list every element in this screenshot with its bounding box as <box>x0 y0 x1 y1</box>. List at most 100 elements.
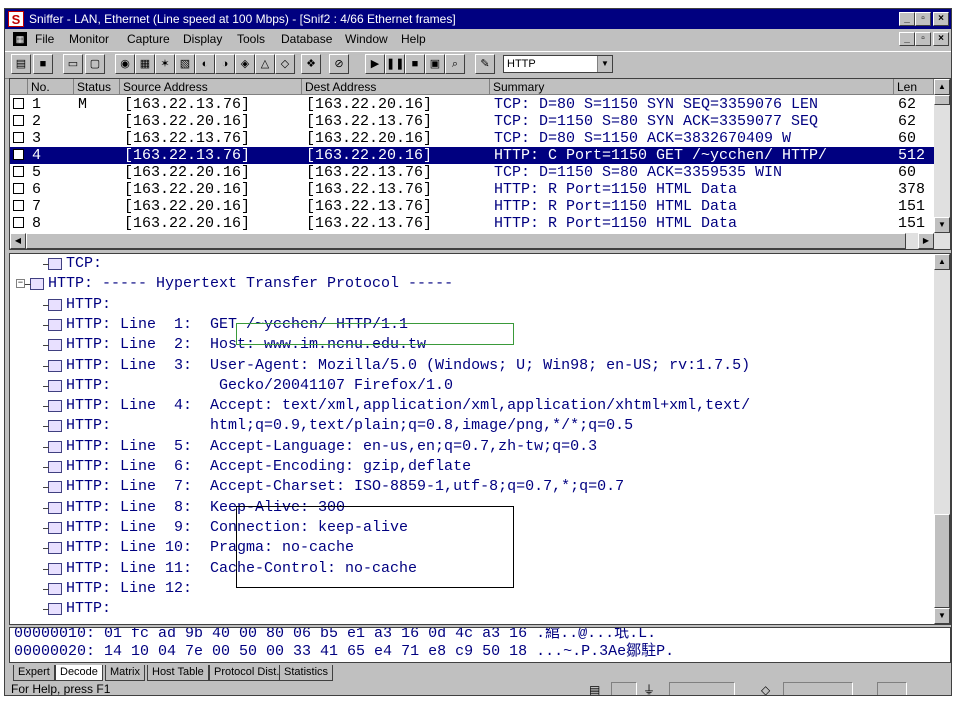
start-capture-icon[interactable]: ▶ <box>365 54 385 74</box>
packet-row[interactable]: 3 [163.22.13.76] [163.22.20.16] TCP: D=80 S… <box>10 130 934 147</box>
detail-vscroll[interactable]: ▲ ▼ <box>934 254 950 624</box>
decode-line[interactable]: HTTP: html;q=0.9,text/plain;q=0.8,image/… <box>10 416 934 436</box>
packet-row[interactable]: 7 [163.22.20.16] [163.22.13.76] HTTP: R Por… <box>10 198 934 215</box>
protocol-dist-icon[interactable]: ◑ <box>215 54 235 74</box>
decode-line[interactable]: TCP: <box>10 254 934 274</box>
mdi-minimize-button[interactable]: _ <box>899 32 915 46</box>
mdi-maximize-button[interactable]: ▫ <box>915 32 931 46</box>
packet-row[interactable]: 8 [163.22.20.16] [163.22.13.76] HTTP: R Por… <box>10 215 934 232</box>
scroll-right-icon[interactable]: ▶ <box>918 233 934 249</box>
toolbar: ▤ ■ ▭ ▢ ◉ ▦ ✶ ▧ ◐ ◑ ◈ △ ◇ ❖ ⊘ ▶ ❚❚ ■ ▣ ⌕… <box>5 51 951 79</box>
global-stats-icon[interactable]: ◈ <box>235 54 255 74</box>
open-icon[interactable]: ▤ <box>11 54 31 74</box>
menu-database[interactable]: Database <box>281 29 332 49</box>
collapse-icon[interactable]: − <box>16 279 25 289</box>
packet-cell-len: 60 <box>898 164 917 181</box>
status-panel <box>877 682 907 695</box>
packet-cell-src: [163.22.20.16] <box>124 215 251 232</box>
menu-display[interactable]: Display <box>183 29 222 49</box>
hscroll-thumb[interactable] <box>26 233 906 249</box>
print-icon[interactable]: ▭ <box>63 54 83 74</box>
row-checkbox[interactable] <box>13 200 24 211</box>
row-checkbox[interactable] <box>13 115 24 126</box>
display-capture-icon[interactable]: ⌕ <box>445 54 465 74</box>
tab-matrix[interactable]: Matrix <box>105 665 145 681</box>
column-summary[interactable]: Summary <box>490 79 894 95</box>
print-preview-icon[interactable]: ▢ <box>85 54 105 74</box>
tab-expert[interactable]: Expert <box>13 665 55 681</box>
dashboard-icon[interactable]: ◉ <box>115 54 135 74</box>
decode-line[interactable]: HTTP: Line 7: Accept-Charset: ISO-8859-1… <box>10 477 934 497</box>
alarm-log-icon[interactable]: △ <box>255 54 275 74</box>
packet-cell-len: 60 <box>898 130 917 147</box>
history-icon[interactable]: ◐ <box>195 54 215 74</box>
decode-line[interactable]: HTTP: Line 6: Accept-Encoding: gzip,defl… <box>10 457 934 477</box>
scroll-down-icon[interactable]: ▼ <box>934 608 950 624</box>
status-message: For Help, press F1 <box>11 682 111 696</box>
packet-list-hscroll[interactable]: ◀ ▶ <box>10 233 950 249</box>
column-dest-address[interactable]: Dest Address <box>302 79 490 95</box>
host-table-icon[interactable]: ▦ <box>135 54 155 74</box>
stop-and-display-icon[interactable]: ▣ <box>425 54 445 74</box>
scroll-thumb[interactable] <box>934 514 950 608</box>
decode-line[interactable]: HTTP: Gecko/20041107 Firefox/1.0 <box>10 376 934 396</box>
packet-row[interactable]: 5 [163.22.20.16] [163.22.13.76] TCP: D=1150… <box>10 164 934 181</box>
matrix-icon[interactable]: ✶ <box>155 54 175 74</box>
menu-monitor[interactable]: Monitor <box>69 29 109 49</box>
pause-capture-icon[interactable]: ❚❚ <box>385 54 405 74</box>
decode-line[interactable]: HTTP: Line 4: Accept: text/xml,applicati… <box>10 396 934 416</box>
tab-host-table[interactable]: Host Table <box>147 665 209 681</box>
packet-row[interactable]: 4 [163.22.13.76] [163.22.20.16] HTTP: C Por… <box>10 147 934 164</box>
scroll-up-icon[interactable]: ▲ <box>934 254 950 270</box>
filter-select[interactable]: HTTP ▼ <box>503 55 613 73</box>
chevron-down-icon[interactable]: ▼ <box>597 56 612 72</box>
decode-line[interactable]: − HTTP: ----- Hypertext Transfer Protocol… <box>10 274 934 294</box>
tab-protocol-dist[interactable]: Protocol Dist. <box>209 665 285 681</box>
scroll-up-icon[interactable]: ▲ <box>934 79 950 95</box>
save-icon[interactable]: ■ <box>33 54 53 74</box>
row-checkbox[interactable] <box>13 217 24 228</box>
menu-tools[interactable]: Tools <box>237 29 265 49</box>
row-checkbox[interactable] <box>13 183 24 194</box>
scroll-down-icon[interactable]: ▼ <box>934 217 950 233</box>
status-panel <box>783 682 853 695</box>
packet-cell-dst: [163.22.13.76] <box>306 198 433 215</box>
packet-row[interactable]: 6 [163.22.20.16] [163.22.13.76] HTTP: R Por… <box>10 181 934 198</box>
row-checkbox[interactable] <box>13 132 24 143</box>
row-checkbox[interactable] <box>13 166 24 177</box>
packet-list-vscroll[interactable]: ▲ ▼ <box>934 79 950 233</box>
menu-help[interactable]: Help <box>401 29 426 49</box>
row-checkbox[interactable] <box>13 149 24 160</box>
address-book-icon[interactable]: ❖ <box>301 54 321 74</box>
decode-line[interactable]: HTTP: Line 5: Accept-Language: en-us,en;… <box>10 437 934 457</box>
close-button[interactable]: × <box>933 12 949 26</box>
stop-filter-icon[interactable]: ⊘ <box>329 54 349 74</box>
decode-line[interactable]: HTTP: <box>10 599 934 619</box>
maximize-button[interactable]: ▫ <box>915 12 931 26</box>
application-response-icon[interactable]: ▧ <box>175 54 195 74</box>
minimize-button[interactable]: _ <box>899 12 915 26</box>
expert-icon[interactable]: ◇ <box>275 54 295 74</box>
define-filter-icon[interactable]: ✎ <box>475 54 495 74</box>
stop-capture-icon[interactable]: ■ <box>405 54 425 74</box>
packet-row[interactable]: 2 [163.22.20.16] [163.22.13.76] TCP: D=1150… <box>10 113 934 130</box>
scroll-left-icon[interactable]: ◀ <box>10 233 26 249</box>
packet-row[interactable]: 1 M [163.22.13.76] [163.22.20.16] TCP: D=80 … <box>10 96 934 113</box>
scroll-thumb[interactable] <box>934 95 950 105</box>
decode-line[interactable]: HTTP: Line 3: User-Agent: Mozilla/5.0 (W… <box>10 356 934 376</box>
tab-decode[interactable]: Decode <box>55 665 103 681</box>
menu-capture[interactable]: Capture <box>127 29 170 49</box>
column-len[interactable]: Len <box>894 79 934 95</box>
column-no[interactable]: No. <box>28 79 74 95</box>
decode-line[interactable]: HTTP: <box>10 295 934 315</box>
sniffer-app-icon[interactable]: S <box>8 11 24 27</box>
menu-window[interactable]: Window <box>345 29 388 49</box>
column-status[interactable]: Status <box>74 79 120 95</box>
header-checkbox-col[interactable] <box>10 79 28 95</box>
column-source-address[interactable]: Source Address <box>120 79 302 95</box>
tab-statistics[interactable]: Statistics <box>279 665 334 681</box>
row-checkbox[interactable] <box>13 98 24 109</box>
menu-file[interactable]: File <box>35 29 54 49</box>
mdi-close-button[interactable]: × <box>933 32 949 46</box>
document-icon[interactable]: ▦ <box>13 32 27 46</box>
